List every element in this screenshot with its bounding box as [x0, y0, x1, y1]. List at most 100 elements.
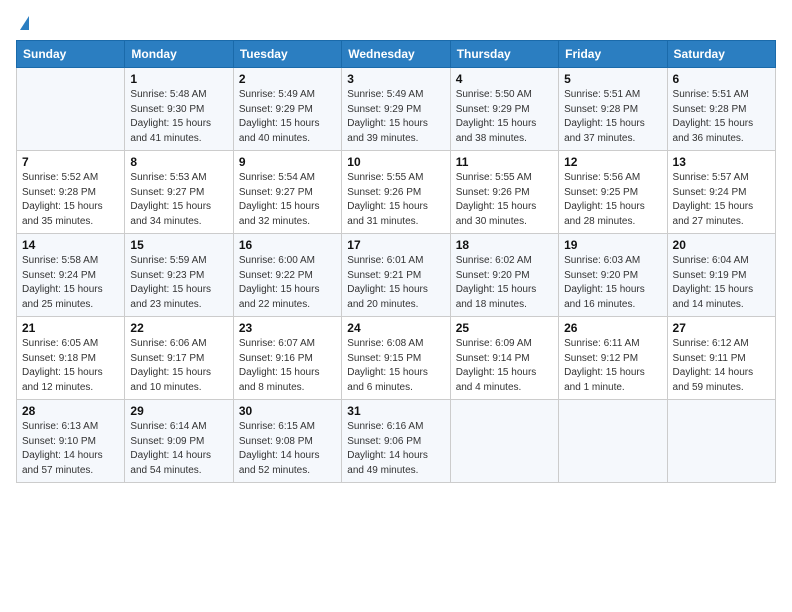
- day-number: 6: [673, 72, 770, 86]
- day-info: Sunrise: 5:55 AM Sunset: 9:26 PM Dayligh…: [347, 171, 444, 229]
- day-number: 11: [456, 155, 553, 169]
- day-info: Sunrise: 5:50 AM Sunset: 9:29 PM Dayligh…: [456, 88, 553, 146]
- weekday-header-friday: Friday: [559, 41, 667, 68]
- day-number: 3: [347, 72, 444, 86]
- day-number: 24: [347, 321, 444, 335]
- day-info: Sunrise: 5:51 AM Sunset: 9:28 PM Dayligh…: [673, 88, 770, 146]
- day-info: Sunrise: 5:54 AM Sunset: 9:27 PM Dayligh…: [239, 171, 336, 229]
- calendar-cell: 13 Sunrise: 5:57 AM Sunset: 9:24 PM Dayli…: [667, 151, 775, 234]
- calendar-cell: [450, 400, 558, 483]
- calendar-cell: 22 Sunrise: 6:06 AM Sunset: 9:17 PM Dayli…: [125, 317, 233, 400]
- calendar-cell: 10Sunrise: 5:55 AM Sunset: 9:26 PM Dayli…: [342, 151, 450, 234]
- page-header: [16, 16, 776, 28]
- day-number: 23: [239, 321, 336, 335]
- day-info: Sunrise: 6:08 AM Sunset: 9:15 PM Dayligh…: [347, 337, 444, 395]
- day-number: 28: [22, 404, 119, 418]
- day-number: 22: [130, 321, 227, 335]
- calendar-table: SundayMondayTuesdayWednesdayThursdayFrid…: [16, 40, 776, 483]
- calendar-cell: 8Sunrise: 5:53 AM Sunset: 9:27 PM Daylig…: [125, 151, 233, 234]
- day-number: 29: [130, 404, 227, 418]
- day-info: Sunrise: 6:11 AM Sunset: 9:12 PM Dayligh…: [564, 337, 661, 395]
- day-number: 27: [673, 321, 770, 335]
- calendar-cell: 5Sunrise: 5:51 AM Sunset: 9:28 PM Daylig…: [559, 68, 667, 151]
- day-info: Sunrise: 5:58 AM Sunset: 9:24 PM Dayligh…: [22, 254, 119, 312]
- day-number: 26: [564, 321, 661, 335]
- calendar-cell: 30Sunrise: 6:15 AM Sunset: 9:08 PM Dayli…: [233, 400, 341, 483]
- day-info: Sunrise: 6:03 AM Sunset: 9:20 PM Dayligh…: [564, 254, 661, 312]
- day-info: Sunrise: 6:14 AM Sunset: 9:09 PM Dayligh…: [130, 420, 227, 478]
- calendar-cell: 23 Sunrise: 6:07 AM Sunset: 9:16 PM Dayli…: [233, 317, 341, 400]
- calendar-cell: 27 Sunrise: 6:12 AM Sunset: 9:11 PM Dayli…: [667, 317, 775, 400]
- calendar-cell: 28 Sunrise: 6:13 AM Sunset: 9:10 PM Dayli…: [17, 400, 125, 483]
- day-number: 12: [564, 155, 661, 169]
- day-number: 9: [239, 155, 336, 169]
- weekday-header-tuesday: Tuesday: [233, 41, 341, 68]
- day-number: 7: [22, 155, 119, 169]
- calendar-cell: 14 Sunrise: 5:58 AM Sunset: 9:24 PM Dayli…: [17, 234, 125, 317]
- calendar-header-row: SundayMondayTuesdayWednesdayThursdayFrid…: [17, 41, 776, 68]
- day-number: 13: [673, 155, 770, 169]
- day-info: Sunrise: 6:01 AM Sunset: 9:21 PM Dayligh…: [347, 254, 444, 312]
- calendar-week-row: 7 Sunrise: 5:52 AM Sunset: 9:28 PM Daylig…: [17, 151, 776, 234]
- day-info: Sunrise: 5:59 AM Sunset: 9:23 PM Dayligh…: [130, 254, 227, 312]
- day-info: Sunrise: 6:04 AM Sunset: 9:19 PM Dayligh…: [673, 254, 770, 312]
- day-info: Sunrise: 5:49 AM Sunset: 9:29 PM Dayligh…: [239, 88, 336, 146]
- calendar-cell: 21 Sunrise: 6:05 AM Sunset: 9:18 PM Dayli…: [17, 317, 125, 400]
- weekday-header-monday: Monday: [125, 41, 233, 68]
- calendar-cell: 26 Sunrise: 6:11 AM Sunset: 9:12 PM Dayli…: [559, 317, 667, 400]
- logo-triangle-icon: [20, 16, 29, 30]
- calendar-cell: 20 Sunrise: 6:04 AM Sunset: 9:19 PM Dayli…: [667, 234, 775, 317]
- calendar-cell: [559, 400, 667, 483]
- calendar-cell: 11 Sunrise: 5:55 AM Sunset: 9:26 PM Dayli…: [450, 151, 558, 234]
- calendar-cell: 4 Sunrise: 5:50 AM Sunset: 9:29 PM Daylig…: [450, 68, 558, 151]
- calendar-cell: 16 Sunrise: 6:00 AM Sunset: 9:22 PM Dayli…: [233, 234, 341, 317]
- day-number: 17: [347, 238, 444, 252]
- day-info: Sunrise: 5:51 AM Sunset: 9:28 PM Dayligh…: [564, 88, 661, 146]
- day-number: 8: [130, 155, 227, 169]
- weekday-header-saturday: Saturday: [667, 41, 775, 68]
- day-number: 4: [456, 72, 553, 86]
- weekday-header-thursday: Thursday: [450, 41, 558, 68]
- calendar-cell: 18Sunrise: 6:02 AM Sunset: 9:20 PM Dayli…: [450, 234, 558, 317]
- day-number: 30: [239, 404, 336, 418]
- day-info: Sunrise: 5:56 AM Sunset: 9:25 PM Dayligh…: [564, 171, 661, 229]
- calendar-week-row: 21 Sunrise: 6:05 AM Sunset: 9:18 PM Dayli…: [17, 317, 776, 400]
- day-number: 2: [239, 72, 336, 86]
- day-number: 14: [22, 238, 119, 252]
- day-info: Sunrise: 6:09 AM Sunset: 9:14 PM Dayligh…: [456, 337, 553, 395]
- day-number: 18: [456, 238, 553, 252]
- calendar-week-row: 28 Sunrise: 6:13 AM Sunset: 9:10 PM Dayli…: [17, 400, 776, 483]
- day-info: Sunrise: 6:00 AM Sunset: 9:22 PM Dayligh…: [239, 254, 336, 312]
- day-info: Sunrise: 5:55 AM Sunset: 9:26 PM Dayligh…: [456, 171, 553, 229]
- calendar-cell: [667, 400, 775, 483]
- day-info: Sunrise: 6:13 AM Sunset: 9:10 PM Dayligh…: [22, 420, 119, 478]
- calendar-cell: 1Sunrise: 5:48 AM Sunset: 9:30 PM Daylig…: [125, 68, 233, 151]
- day-info: Sunrise: 6:06 AM Sunset: 9:17 PM Dayligh…: [130, 337, 227, 395]
- day-number: 20: [673, 238, 770, 252]
- day-info: Sunrise: 6:16 AM Sunset: 9:06 PM Dayligh…: [347, 420, 444, 478]
- calendar-cell: 6 Sunrise: 5:51 AM Sunset: 9:28 PM Daylig…: [667, 68, 775, 151]
- day-info: Sunrise: 6:07 AM Sunset: 9:16 PM Dayligh…: [239, 337, 336, 395]
- day-info: Sunrise: 5:49 AM Sunset: 9:29 PM Dayligh…: [347, 88, 444, 146]
- day-number: 16: [239, 238, 336, 252]
- day-info: Sunrise: 5:57 AM Sunset: 9:24 PM Dayligh…: [673, 171, 770, 229]
- calendar-week-row: 1Sunrise: 5:48 AM Sunset: 9:30 PM Daylig…: [17, 68, 776, 151]
- weekday-header-sunday: Sunday: [17, 41, 125, 68]
- calendar-cell: 31 Sunrise: 6:16 AM Sunset: 9:06 PM Dayli…: [342, 400, 450, 483]
- calendar-cell: [17, 68, 125, 151]
- calendar-cell: 15Sunrise: 5:59 AM Sunset: 9:23 PM Dayli…: [125, 234, 233, 317]
- calendar-cell: 25Sunrise: 6:09 AM Sunset: 9:14 PM Dayli…: [450, 317, 558, 400]
- day-info: Sunrise: 6:12 AM Sunset: 9:11 PM Dayligh…: [673, 337, 770, 395]
- calendar-cell: 17 Sunrise: 6:01 AM Sunset: 9:21 PM Dayli…: [342, 234, 450, 317]
- day-number: 1: [130, 72, 227, 86]
- logo: [16, 16, 29, 28]
- day-number: 21: [22, 321, 119, 335]
- day-number: 31: [347, 404, 444, 418]
- day-info: Sunrise: 5:52 AM Sunset: 9:28 PM Dayligh…: [22, 171, 119, 229]
- calendar-cell: 29 Sunrise: 6:14 AM Sunset: 9:09 PM Dayli…: [125, 400, 233, 483]
- calendar-cell: 24 Sunrise: 6:08 AM Sunset: 9:15 PM Dayli…: [342, 317, 450, 400]
- day-info: Sunrise: 6:05 AM Sunset: 9:18 PM Dayligh…: [22, 337, 119, 395]
- calendar-cell: 7 Sunrise: 5:52 AM Sunset: 9:28 PM Daylig…: [17, 151, 125, 234]
- calendar-cell: 2 Sunrise: 5:49 AM Sunset: 9:29 PM Daylig…: [233, 68, 341, 151]
- calendar-cell: 9 Sunrise: 5:54 AM Sunset: 9:27 PM Daylig…: [233, 151, 341, 234]
